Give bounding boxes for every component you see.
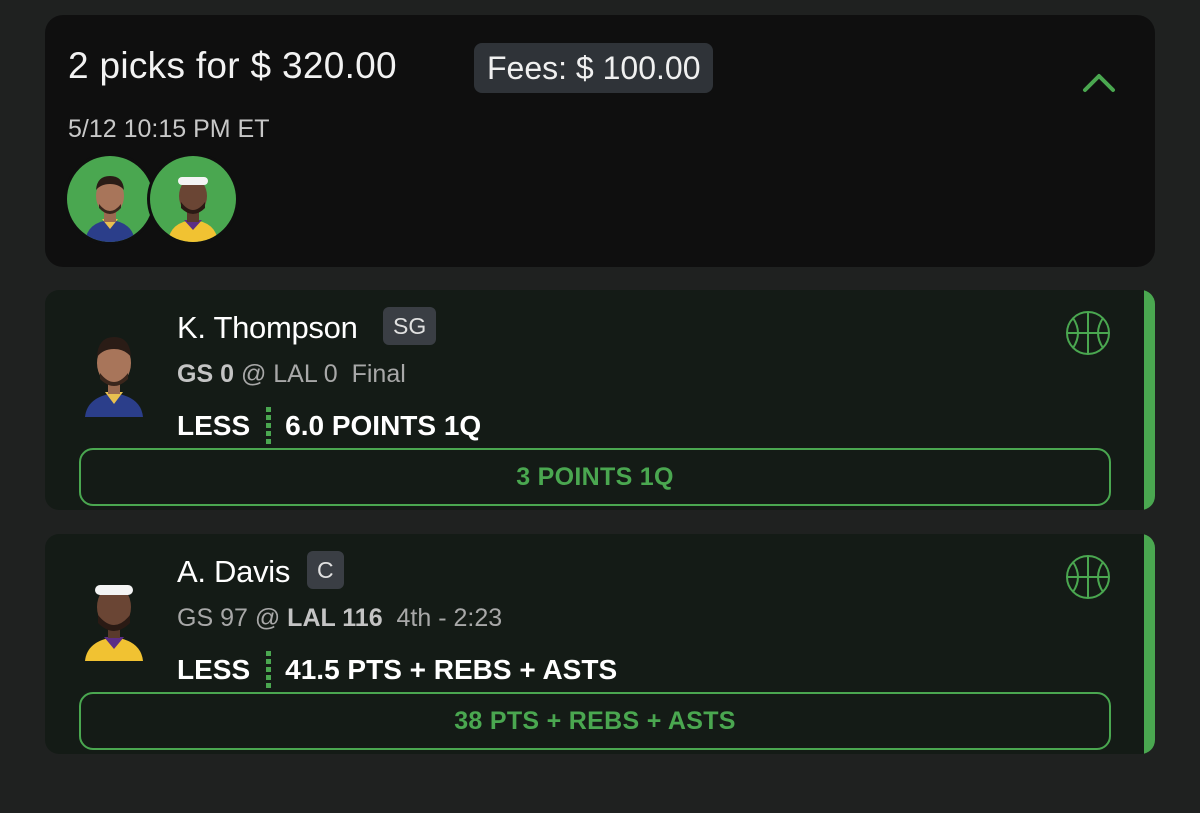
pick-status-accent [1144, 290, 1155, 510]
home-team-score: LAL 0 [273, 360, 338, 388]
entry-summary-card[interactable]: 2 picks for $ 320.00 Fees: $ 100.00 5/12… [45, 15, 1155, 267]
game-status: Final [351, 360, 406, 388]
away-team-score: GS 0 [177, 360, 234, 388]
pick-card-thompson[interactable]: K. Thompson SG GS 0 @ LAL 0 Final LESS 6… [45, 290, 1155, 510]
at-symbol: @ [240, 360, 267, 388]
actual-result: 3 POINTS 1Q [79, 448, 1111, 506]
fees-badge: Fees: $ 100.00 [474, 43, 714, 93]
chevron-up-icon[interactable] [1082, 71, 1116, 93]
away-team-score: GS 97 [177, 604, 248, 632]
line-separator [266, 407, 272, 445]
entry-title: 2 picks for $ 320.00 [68, 45, 397, 86]
avatar-davis [150, 156, 236, 242]
line-separator [266, 651, 272, 689]
player-headshot [85, 585, 143, 661]
game-status: 4th - 2:23 [396, 604, 503, 632]
position-badge: C [307, 551, 344, 589]
player-headshot [85, 337, 143, 417]
pick-line: LESS 6.0 POINTS 1Q [177, 407, 481, 445]
game-info: GS 97 @ LAL 116 4th - 2:23 [177, 604, 502, 633]
player-name: K. Thompson [177, 310, 358, 345]
game-info: GS 0 @ LAL 0 Final [177, 360, 406, 389]
basketball-icon [1066, 311, 1110, 355]
pick-line: LESS 41.5 PTS + REBS + ASTS [177, 651, 617, 689]
avatar-thompson [67, 156, 153, 242]
pick-direction: LESS [177, 654, 251, 685]
player-name: A. Davis [177, 554, 291, 589]
pick-projection: 41.5 PTS + REBS + ASTS [285, 654, 618, 685]
pick-direction: LESS [177, 410, 251, 441]
at-symbol: @ [254, 604, 281, 632]
pick-projection: 6.0 POINTS 1Q [285, 410, 482, 441]
pick-status-accent [1144, 534, 1155, 754]
entry-datetime: 5/12 10:15 PM ET [68, 115, 270, 143]
position-badge: SG [383, 307, 437, 345]
basketball-icon [1066, 555, 1110, 599]
actual-result: 38 PTS + REBS + ASTS [79, 692, 1111, 750]
home-team-score: LAL 116 [287, 604, 383, 632]
pick-card-davis[interactable]: A. Davis C GS 97 @ LAL 116 4th - 2:23 LE… [45, 534, 1155, 754]
